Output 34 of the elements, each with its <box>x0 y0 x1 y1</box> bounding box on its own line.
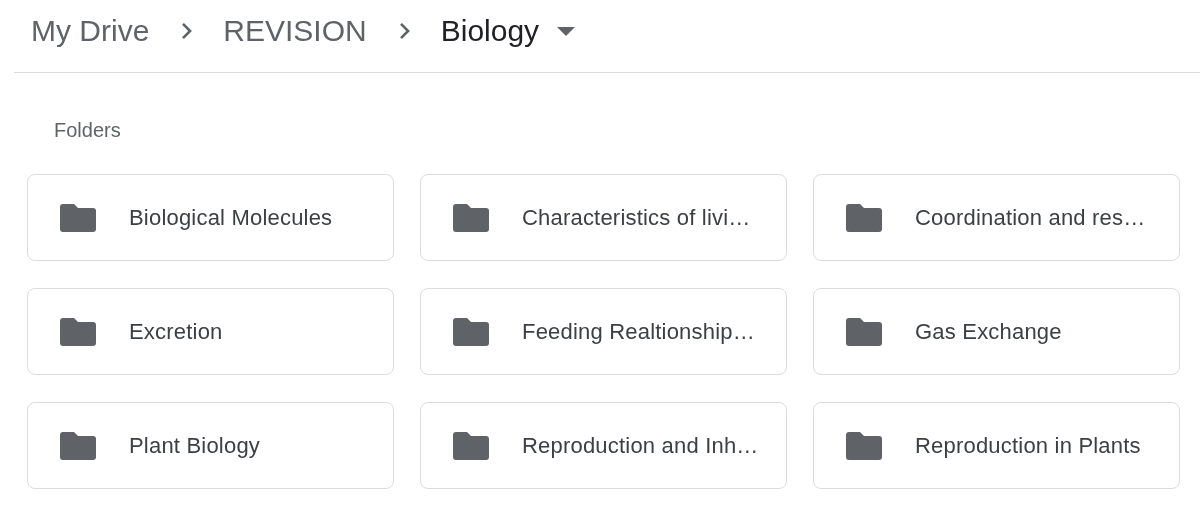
folder-card[interactable]: Characteristics of livi… <box>420 174 787 261</box>
folder-name: Biological Molecules <box>129 204 333 231</box>
folder-card[interactable]: Plant Biology <box>27 402 394 489</box>
breadcrumb-link[interactable]: Biology <box>440 14 540 48</box>
folder-card[interactable]: Reproduction and Inh… <box>420 402 787 489</box>
folder-name: Coordination and res… <box>915 204 1146 231</box>
folder-name: Reproduction and Inh… <box>522 432 759 459</box>
dropdown-caret-icon[interactable] <box>557 26 576 36</box>
folder-icon <box>60 317 96 346</box>
folder-name: Excretion <box>129 318 223 345</box>
breadcrumb-link[interactable]: My Drive <box>31 14 150 48</box>
folder-name: Characteristics of livi… <box>522 204 751 231</box>
folder-card[interactable]: Reproduction in Plants <box>813 402 1180 489</box>
breadcrumb-link[interactable]: REVISION <box>223 14 367 48</box>
folder-icon <box>453 317 489 346</box>
folder-card[interactable]: Feeding Realtionship… <box>420 288 787 375</box>
chevron-right-icon <box>182 23 193 39</box>
folder-card[interactable]: Excretion <box>27 288 394 375</box>
folder-name: Plant Biology <box>129 432 260 459</box>
folder-card[interactable]: Gas Exchange <box>813 288 1180 375</box>
folder-icon <box>846 203 882 232</box>
folder-icon <box>60 431 96 460</box>
chevron-right-icon <box>399 23 410 39</box>
folder-icon <box>453 431 489 460</box>
folder-icon <box>846 431 882 460</box>
folder-icon <box>846 317 882 346</box>
section-title: Folders <box>54 118 121 142</box>
folder-icon <box>453 203 489 232</box>
folder-card[interactable]: Coordination and res… <box>813 174 1180 261</box>
folder-name: Reproduction in Plants <box>915 432 1141 459</box>
folder-name: Feeding Realtionship… <box>522 318 755 345</box>
folder-icon <box>60 203 96 232</box>
folder-card[interactable]: Biological Molecules <box>27 174 394 261</box>
folder-name: Gas Exchange <box>915 318 1062 345</box>
